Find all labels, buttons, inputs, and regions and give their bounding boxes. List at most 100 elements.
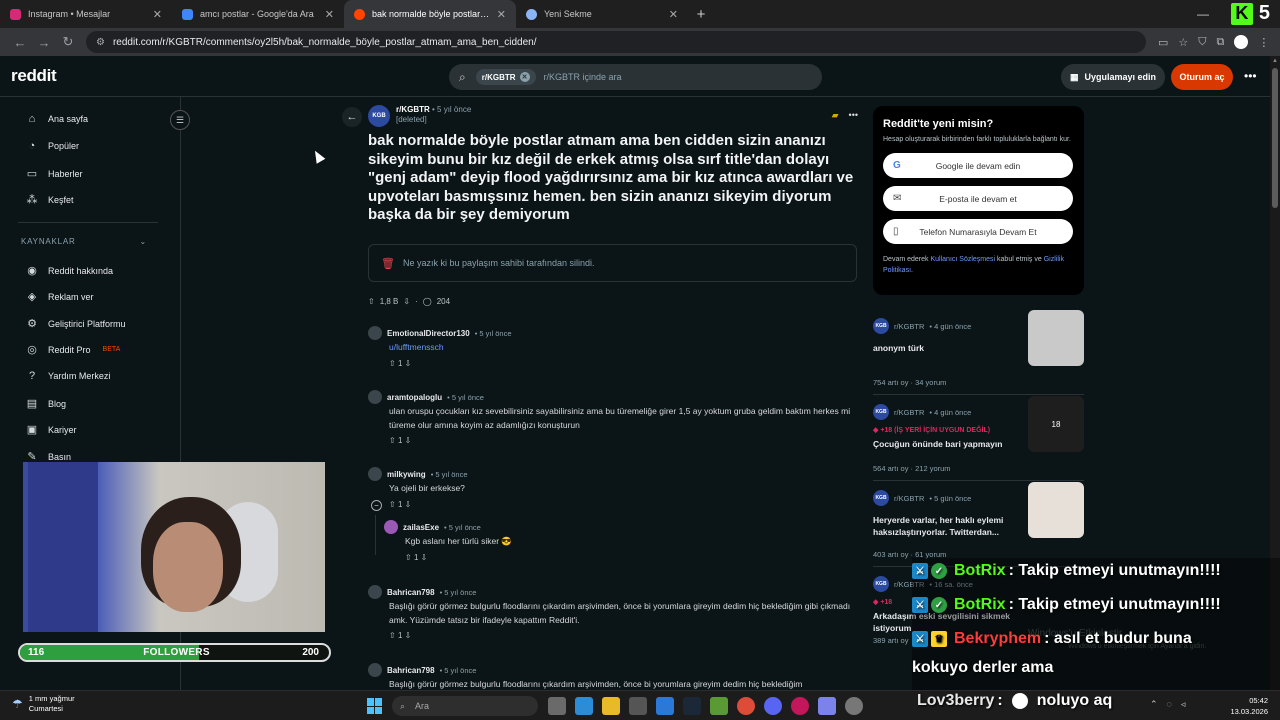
resources-section-header[interactable]: KAYNAKLAR ⌄ xyxy=(21,237,147,246)
close-icon[interactable]: ✕ xyxy=(325,8,334,21)
downvote-icon[interactable]: ⇩ xyxy=(405,500,412,509)
close-icon[interactable]: ✕ xyxy=(497,8,506,21)
collapse-sidebar-button[interactable]: ☰ xyxy=(170,110,190,130)
downvote-icon[interactable]: ⇩ xyxy=(405,359,412,368)
minecraft-icon[interactable] xyxy=(710,697,728,715)
sidebar-item-about[interactable]: ◉ Reddit hakkında xyxy=(26,264,113,277)
sidebar-item-news[interactable]: ▭ Haberler xyxy=(26,167,83,180)
rec-subreddit[interactable]: r/KGBTR xyxy=(894,322,924,331)
comment-author[interactable]: Bahrican798 xyxy=(387,588,435,597)
tab-instagram[interactable]: Instagram • Mesajlar ✕ xyxy=(0,0,172,28)
close-icon[interactable]: ✕ xyxy=(669,8,678,21)
email-login-button[interactable]: ✉ E-posta ile devam et xyxy=(883,186,1073,211)
task-view-icon[interactable] xyxy=(548,697,566,715)
comment-body[interactable]: u/lufftmenssch xyxy=(389,341,858,355)
upvote-icon[interactable]: ⇧ xyxy=(389,359,396,368)
bookmark-star-icon[interactable]: ☆ xyxy=(1178,36,1188,49)
sidebar-item-help[interactable]: ? Yardım Merkezi xyxy=(26,370,110,382)
phone-login-button[interactable]: ▯ Telefon Numarasıyla Devam Et xyxy=(883,219,1073,244)
rec-subreddit[interactable]: r/KGBTR xyxy=(894,494,924,503)
more-options-icon[interactable]: ••• xyxy=(1244,69,1257,83)
award-icon[interactable]: ▰ xyxy=(832,110,839,121)
scroll-up-icon[interactable]: ▲ xyxy=(1272,58,1278,64)
volume-icon[interactable]: ◃ xyxy=(1181,699,1186,710)
comment-author[interactable]: zailasExe xyxy=(403,523,439,532)
recommended-post[interactable]: KGB r/KGBTR • 5 gün önce Heryerde varlar… xyxy=(873,482,1084,566)
reload-icon[interactable]: ↻ xyxy=(56,34,80,50)
system-clock[interactable]: 05:42 13.03.2026 xyxy=(1230,695,1268,717)
avatar[interactable] xyxy=(368,663,382,677)
get-app-button[interactable]: ▦ Uygulamayı edin xyxy=(1061,64,1166,90)
start-button[interactable] xyxy=(367,698,383,714)
comment-author[interactable]: Bahrican798 xyxy=(387,666,435,675)
recommended-post[interactable]: KGB r/KGBTR • 4 gün önce ◆ +18 (İŞ YERİ … xyxy=(873,396,1084,480)
google-login-button[interactable]: G Google ile devam edin xyxy=(883,153,1073,178)
sidebar-item-popular[interactable]: ◔ Popüler xyxy=(26,140,79,152)
avatar[interactable] xyxy=(368,326,382,340)
rec-subreddit[interactable]: r/KGBTR xyxy=(894,408,924,417)
extensions-icon[interactable]: ⧉ xyxy=(1217,36,1225,49)
cast-icon[interactable]: ▭ xyxy=(1158,36,1168,49)
collapse-thread-icon[interactable]: − xyxy=(371,500,382,511)
weather-widget[interactable]: ☂ 1 mm yağmur Cumartesi xyxy=(12,694,75,714)
clear-chip-icon[interactable]: ✕ xyxy=(519,72,530,82)
chrome-icon[interactable] xyxy=(737,697,755,715)
store-icon[interactable] xyxy=(629,697,647,715)
avatar[interactable] xyxy=(384,520,398,534)
avatar[interactable] xyxy=(368,585,382,599)
back-arrow-icon[interactable]: ← xyxy=(8,35,32,50)
teams-icon[interactable] xyxy=(818,697,836,715)
comment-author[interactable]: EmotionalDirector130 xyxy=(387,329,470,338)
sidebar-item-explore[interactable]: ⁂ Keşfet xyxy=(26,193,74,206)
downvote-icon[interactable]: ⇩ xyxy=(405,436,412,445)
comment-author[interactable]: milkywing xyxy=(387,470,426,479)
file-explorer-icon[interactable] xyxy=(602,697,620,715)
avatar[interactable] xyxy=(368,390,382,404)
shield-icon[interactable]: ⛉ xyxy=(1198,36,1206,49)
close-icon[interactable]: ✕ xyxy=(153,8,162,21)
subreddit-avatar[interactable]: KGB xyxy=(368,105,390,127)
downvote-icon[interactable]: ⇩ xyxy=(421,553,428,562)
chevron-up-icon[interactable]: ⌃ xyxy=(1150,699,1158,710)
network-icon[interactable]: ◌ xyxy=(1167,699,1172,710)
upvote-icon[interactable]: ⇧ xyxy=(389,500,396,509)
avatar[interactable] xyxy=(368,467,382,481)
recommended-post[interactable]: KGB r/KGBTR • 4 gün önce anonym türk 754… xyxy=(873,310,1084,394)
upvote-icon[interactable]: ⇧ xyxy=(368,297,375,306)
url-field[interactable]: ⚙ reddit.com/r/KGBTR/comments/oy2l5h/bak… xyxy=(86,31,1146,53)
steam-icon[interactable] xyxy=(683,697,701,715)
upvote-icon[interactable]: ⇧ xyxy=(389,631,396,640)
user-agreement-link[interactable]: Kullanıcı Sözleşmesi xyxy=(930,256,995,263)
site-info-icon[interactable]: ⚙ xyxy=(96,37,105,48)
monitor-icon[interactable] xyxy=(575,697,593,715)
search-input[interactable]: ⌕ r/KGBTR ✕ r/KGBTR içinde ara xyxy=(449,64,822,90)
sidebar-item-blog[interactable]: ▤ Blog xyxy=(26,397,66,410)
mail-icon[interactable] xyxy=(656,697,674,715)
sidebar-item-developer[interactable]: ⚙ Geliştirici Platformu xyxy=(26,317,125,330)
tab-reddit-post[interactable]: bak normalde böyle postlar atmam ama ben… xyxy=(344,0,516,28)
subreddit-link[interactable]: r/KGBTR xyxy=(396,105,430,114)
profile-avatar[interactable] xyxy=(1234,35,1249,49)
more-options-icon[interactable]: ••• xyxy=(849,110,858,121)
new-tab-button[interactable]: + xyxy=(688,0,714,28)
upvote-icon[interactable]: ⇧ xyxy=(389,436,396,445)
subreddit-filter-chip[interactable]: r/KGBTR ✕ xyxy=(475,69,536,85)
comment-author[interactable]: aramtopaloglu xyxy=(387,393,442,402)
sidebar-item-home[interactable]: ⌂ Ana sayfa xyxy=(26,113,88,125)
comment-icon[interactable]: ◯ xyxy=(423,297,432,306)
tab-google-search[interactable]: amcı postlar - Google'da Ara ✕ xyxy=(172,0,344,28)
menu-kebab-icon[interactable]: ⋮ xyxy=(1258,36,1269,49)
app-icon[interactable] xyxy=(791,697,809,715)
reddit-logo[interactable]: reddit xyxy=(11,66,57,86)
sidebar-item-advertise[interactable]: ◈ Reklam ver xyxy=(26,290,94,303)
downvote-icon[interactable]: ⇩ xyxy=(403,297,410,306)
minimize-icon[interactable]: — xyxy=(1186,7,1220,21)
discord-icon[interactable] xyxy=(764,697,782,715)
login-button[interactable]: Oturum aç xyxy=(1171,64,1233,90)
downvote-icon[interactable]: ⇩ xyxy=(405,631,412,640)
sidebar-item-reddit-pro[interactable]: ◎ Reddit Pro BETA xyxy=(26,343,120,356)
upvote-icon[interactable]: ⇧ xyxy=(405,553,412,562)
settings-icon[interactable] xyxy=(845,697,863,715)
taskbar-search[interactable]: ⌕ Ara xyxy=(392,696,538,716)
tab-new-tab[interactable]: Yeni Sekme ✕ xyxy=(516,0,688,28)
